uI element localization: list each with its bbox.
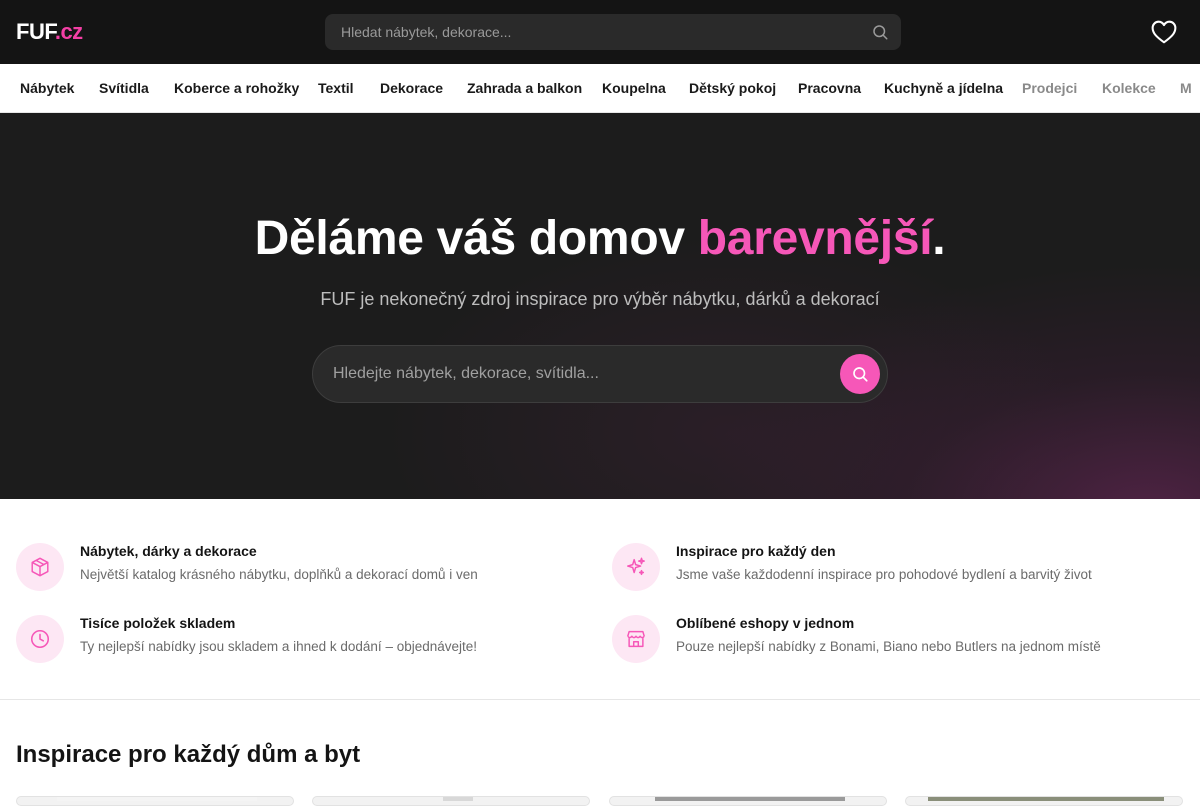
category-nav: Nábytek Svítidla Koberce a rohožky Texti… xyxy=(0,64,1200,113)
inspiration-card[interactable] xyxy=(905,796,1183,806)
hero-title: Děláme váš domov barevnější. xyxy=(0,211,1200,267)
nav-item-prodejci[interactable]: Prodejci xyxy=(1022,80,1077,97)
hero-title-end: . xyxy=(932,212,946,265)
feature-item: Inspirace pro každý den Jsme vaše každod… xyxy=(612,539,1172,591)
inspiration-card[interactable] xyxy=(609,796,887,806)
inspiration-card[interactable] xyxy=(312,796,590,806)
nav-item-more[interactable]: M xyxy=(1180,80,1192,97)
nav-item-nabytek[interactable]: Nábytek xyxy=(20,80,74,97)
nav-item-koupelna[interactable]: Koupelna xyxy=(602,80,666,97)
header-search-input[interactable] xyxy=(325,14,865,50)
hero-title-main: Děláme váš domov xyxy=(254,212,698,265)
feature-title: Tisíce položek skladem xyxy=(80,615,236,631)
feature-description: Pouze nejlepší nabídky z Bonami, Biano n… xyxy=(676,639,1101,654)
hero-search-button[interactable] xyxy=(840,354,880,394)
logo[interactable]: FUF.cz xyxy=(16,18,83,46)
nav-item-svitidla[interactable]: Svítidla xyxy=(99,80,149,97)
nav-item-detsky-pokoj[interactable]: Dětský pokoj xyxy=(689,80,776,97)
nav-item-dekorace[interactable]: Dekorace xyxy=(380,80,443,97)
nav-item-pracovna[interactable]: Pracovna xyxy=(798,80,861,97)
sparkles-icon xyxy=(627,557,645,576)
features: Nábytek, dárky a dekorace Největší katal… xyxy=(0,499,1200,700)
inspiration-card[interactable] xyxy=(16,796,294,806)
feature-title: Inspirace pro každý den xyxy=(676,543,836,559)
feature-description: Největší katalog krásného nábytku, doplň… xyxy=(80,567,478,582)
store-icon xyxy=(627,630,645,648)
feature-icon-wrap xyxy=(16,615,64,663)
search-icon xyxy=(853,367,868,382)
feature-icon-wrap xyxy=(16,543,64,591)
section-title: Inspirace pro každý dům a byt xyxy=(16,741,361,768)
clock-icon xyxy=(30,629,50,649)
hero-title-accent: barevnější xyxy=(697,212,933,265)
hero-subtitle: FUF je nekonečný zdroj inspirace pro výb… xyxy=(320,289,880,309)
inspiration-card-image xyxy=(57,797,257,801)
search-icon[interactable] xyxy=(871,23,889,41)
feature-icon-wrap xyxy=(612,615,660,663)
feature-title: Oblíbené eshopy v jednom xyxy=(676,615,855,631)
feature-title: Nábytek, dárky a dekorace xyxy=(80,543,257,559)
hero: Děláme váš domov barevnější. FUF je neko… xyxy=(0,113,1200,499)
hero-search-input[interactable] xyxy=(313,346,833,402)
logo-main: FUF xyxy=(16,19,55,44)
top-bar: FUF.cz xyxy=(0,0,1200,64)
nav-item-kolekce[interactable]: Kolekce xyxy=(1102,80,1156,97)
nav-item-textil[interactable]: Textil xyxy=(318,80,354,97)
logo-suffix: .cz xyxy=(54,19,83,44)
box-icon xyxy=(31,557,49,577)
feature-icon-wrap xyxy=(612,543,660,591)
inspiration-card-image xyxy=(443,797,473,801)
nav-item-koberce[interactable]: Koberce a rohožky xyxy=(174,80,299,97)
feature-item: Tisíce položek skladem Ty nejlepší nabíd… xyxy=(16,611,576,663)
hero-search xyxy=(312,345,888,403)
nav-item-zahrada[interactable]: Zahrada a balkon xyxy=(467,80,582,97)
feature-item: Nábytek, dárky a dekorace Největší katal… xyxy=(16,539,576,591)
inspiration-card-image xyxy=(655,797,845,801)
header-search xyxy=(325,14,901,50)
feature-description: Jsme vaše každodenní inspirace pro pohod… xyxy=(676,567,1092,582)
heart-icon[interactable] xyxy=(1151,20,1177,44)
inspiration-card-image xyxy=(928,797,1164,801)
feature-item: Oblíbené eshopy v jednom Pouze nejlepší … xyxy=(612,611,1172,663)
nav-item-kuchyne[interactable]: Kuchyně a jídelna xyxy=(884,80,1003,97)
feature-description: Ty nejlepší nabídky jsou skladem a ihned… xyxy=(80,639,478,654)
